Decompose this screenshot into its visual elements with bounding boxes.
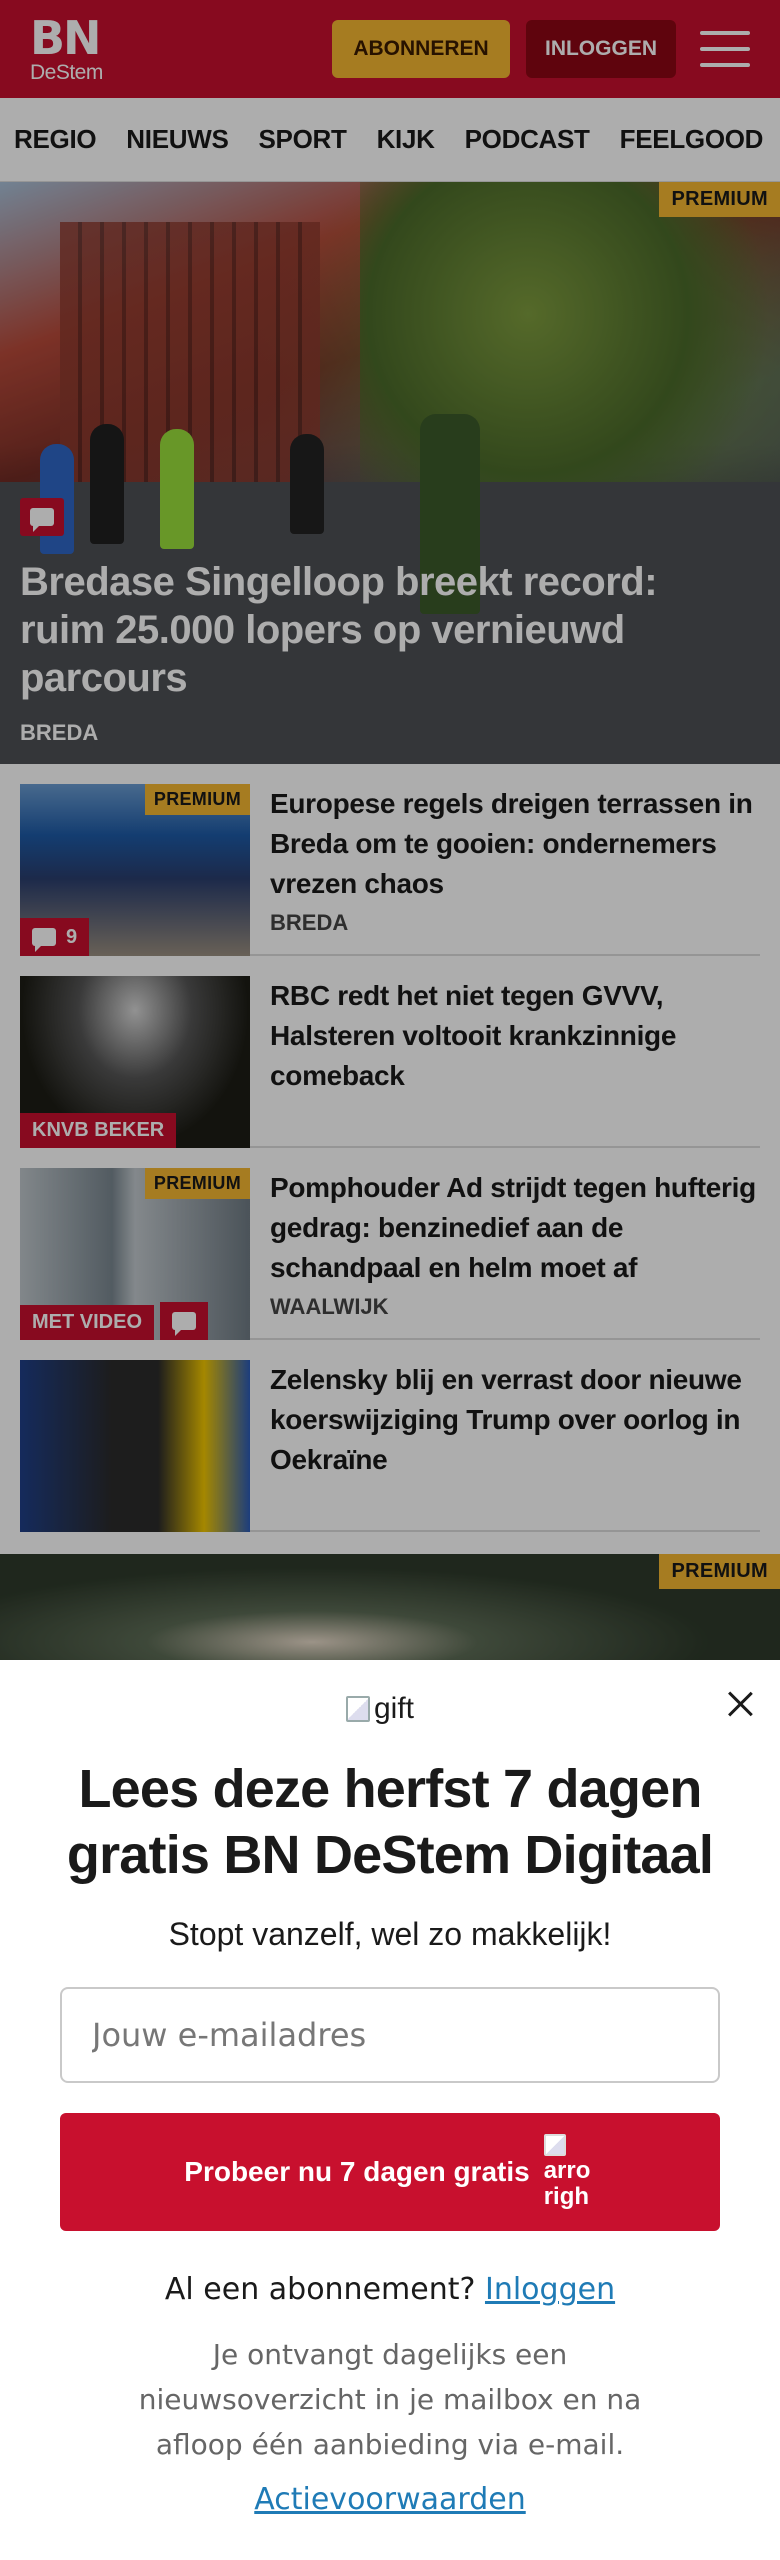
modal-title: Lees deze herfst 7 dagen gratis BN DeSte… [66,1759,714,1885]
gift-alt-text: gift [374,1692,415,1725]
terms-link[interactable]: Actievoorwaarden [40,2482,740,2517]
gift-icon: gift [346,1692,414,1726]
arrow-alt-line1: arro [543,2157,591,2184]
modal-info-text: Je ontvangt dagelijks een nieuwsoverzich… [138,2338,642,2461]
arrow-right-icon: arro righ [543,2134,596,2210]
promo-modal: gift Lees deze herfst 7 dagen gratis BN … [0,1660,780,2560]
modal-login-link[interactable]: Inloggen [485,2272,615,2307]
arrow-alt-line2: righ [543,2183,590,2210]
existing-subscriber-text: Al een abonnement? Inloggen [40,2272,740,2307]
email-input[interactable] [60,1987,720,2083]
close-icon[interactable] [722,1686,758,1722]
have-sub-label: Al een abonnement? [164,2272,476,2307]
trial-cta-button[interactable]: Probeer nu 7 dagen gratis arro righ [60,2113,720,2231]
modal-backdrop[interactable] [0,0,780,1660]
modal-subtitle: Stopt vanzelf, wel zo makkelijk! [168,1916,612,1952]
cta-label: Probeer nu 7 dagen gratis [184,2156,530,2187]
